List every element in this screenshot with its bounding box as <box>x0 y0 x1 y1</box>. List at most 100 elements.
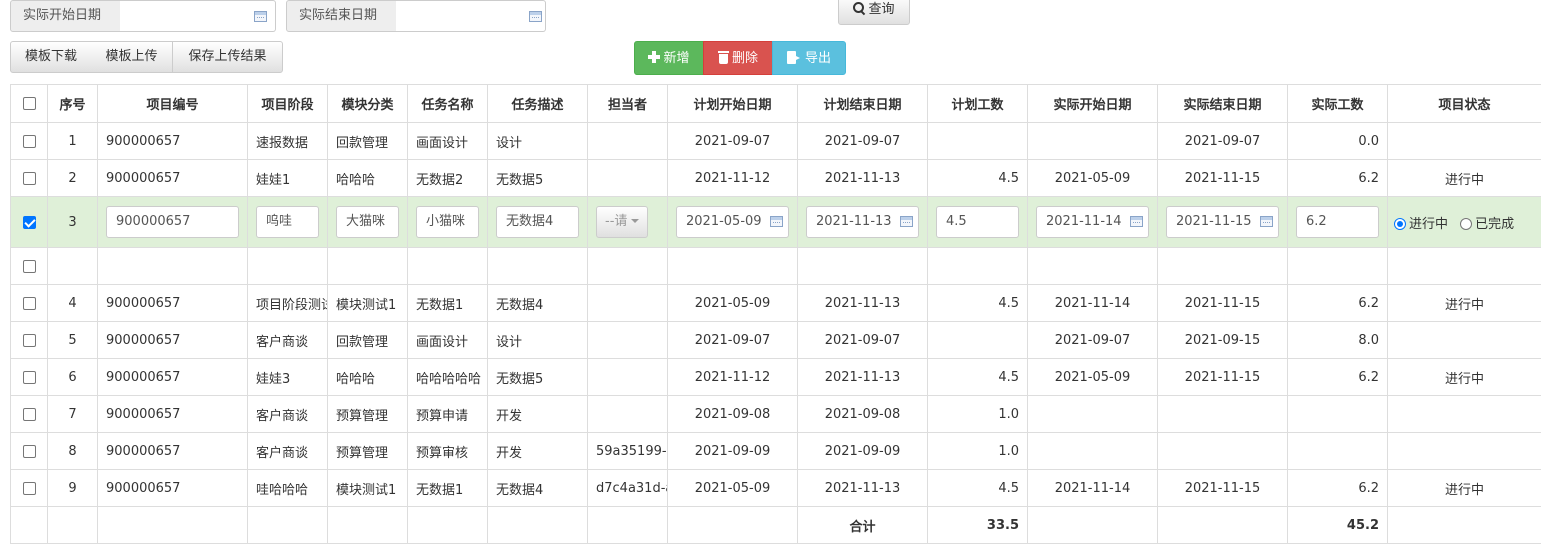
cell-actual-start: 2021-05-09 <box>1028 359 1158 396</box>
actual-end-label: 实际结束日期 <box>286 0 397 32</box>
row-checkbox[interactable] <box>23 482 36 495</box>
add-button[interactable]: 新增 <box>634 41 704 75</box>
cell-project-stage: 哇哈哈哈 <box>248 470 328 507</box>
cell-project-code: 900000657 <box>98 123 248 160</box>
query-button[interactable]: 查询 <box>838 0 910 25</box>
cell-plan-end: 2021-09-07 <box>798 322 928 359</box>
cell-plan-start: 2021-09-07 <box>668 123 798 160</box>
table-row[interactable]: 5 900000657 客户商谈 回款管理 画面设计 设计 2021-09-07… <box>11 322 1541 359</box>
cell-no: 4 <box>48 285 98 322</box>
row-checkbox[interactable] <box>23 135 36 148</box>
table-row[interactable]: 4 900000657 项目阶段测试 模块测试1 无数据1 无数据4 2021-… <box>11 285 1541 322</box>
table-row[interactable]: 2 900000657 娃娃1 哈哈哈 无数据2 无数据5 2021-11-12… <box>11 160 1541 197</box>
cell-project-code: 900000657 <box>98 197 248 248</box>
status-in-progress-label[interactable]: 进行中 <box>1409 217 1448 232</box>
save-upload-results-button[interactable]: 保存上传结果 <box>172 41 283 73</box>
row-checkbox[interactable] <box>23 334 36 347</box>
plan-start-value: 2021-05-09 <box>686 214 762 229</box>
row-checkbox[interactable] <box>23 172 36 185</box>
delete-button[interactable]: 删除 <box>703 41 773 75</box>
cell-task-desc: 开发 <box>488 433 588 470</box>
select-all-checkbox[interactable] <box>23 97 36 110</box>
calendar-icon[interactable] <box>1260 216 1273 227</box>
summary-label: 合计 <box>798 507 928 544</box>
project-stage-input[interactable]: 呜哇 <box>256 206 319 238</box>
header-project-stage[interactable]: 项目阶段 <box>248 85 328 123</box>
cell-status: 进行中 已完成 <box>1388 197 1541 248</box>
row-checkbox[interactable] <box>23 371 36 384</box>
row-checkbox-checked[interactable] <box>23 216 36 229</box>
header-no[interactable]: 序号 <box>48 85 98 123</box>
delete-button-label: 删除 <box>732 51 758 66</box>
header-status[interactable]: 项目状态 <box>1388 85 1541 123</box>
header-task-name[interactable]: 任务名称 <box>408 85 488 123</box>
table-row[interactable]: 8 900000657 客户商谈 预算管理 预算审核 开发 59a35199-0… <box>11 433 1541 470</box>
calendar-icon[interactable] <box>529 11 542 22</box>
calendar-icon[interactable] <box>900 216 913 227</box>
cell-plan-start: 2021-05-09 <box>668 197 798 248</box>
template-upload-button[interactable]: 模板上传 <box>91 41 173 73</box>
cell-plan-start: 2021-05-09 <box>668 285 798 322</box>
row-checkbox[interactable] <box>23 260 36 273</box>
editing-row[interactable]: 3 900000657 呜哇 大猫咪 小猫咪 无数据4 --请 2021-05-… <box>11 197 1541 248</box>
cell-task-desc: 无数据5 <box>488 160 588 197</box>
calendar-icon[interactable] <box>254 11 267 22</box>
cell-module: 哈哈哈 <box>328 359 408 396</box>
empty-new-row[interactable] <box>11 248 1541 285</box>
cell-plan-hours: 4.5 <box>928 285 1028 322</box>
cell-status: 进行中 <box>1388 359 1541 396</box>
project-code-input[interactable]: 900000657 <box>106 206 239 238</box>
cell-no: 7 <box>48 396 98 433</box>
status-radio-in-progress[interactable] <box>1394 218 1406 230</box>
status-done-label[interactable]: 已完成 <box>1475 217 1514 232</box>
actual-hours-input[interactable]: 6.2 <box>1296 206 1379 238</box>
cell-task-name: 小猫咪 <box>408 197 488 248</box>
cell-task-desc: 无数据4 <box>488 470 588 507</box>
actual-start-date-input[interactable]: 2021-11-14 <box>1036 206 1149 238</box>
header-owner[interactable]: 担当者 <box>588 85 668 123</box>
plan-start-date-input[interactable]: 2021-05-09 <box>676 206 789 238</box>
row-checkbox[interactable] <box>23 408 36 421</box>
header-module[interactable]: 模块分类 <box>328 85 408 123</box>
cell-actual-hours: 8.0 <box>1288 322 1388 359</box>
table-row[interactable]: 7 900000657 客户商谈 预算管理 预算申请 开发 2021-09-08… <box>11 396 1541 433</box>
table-row[interactable]: 1 900000657 速报数据 回款管理 画面设计 设计 2021-09-07… <box>11 123 1541 160</box>
header-actual-start[interactable]: 实际开始日期 <box>1028 85 1158 123</box>
plan-end-date-input[interactable]: 2021-11-13 <box>806 206 919 238</box>
cell-module: 预算管理 <box>328 396 408 433</box>
table-row[interactable]: 6 900000657 娃娃3 哈哈哈 哈哈哈哈哈 无数据5 2021-11-1… <box>11 359 1541 396</box>
header-plan-hours[interactable]: 计划工数 <box>928 85 1028 123</box>
header-plan-end[interactable]: 计划结束日期 <box>798 85 928 123</box>
cell-no: 3 <box>48 197 98 248</box>
export-button[interactable]: 导出 <box>772 41 846 75</box>
header-actual-hours[interactable]: 实际工数 <box>1288 85 1388 123</box>
module-input[interactable]: 大猫咪 <box>336 206 399 238</box>
cell-task-desc: 开发 <box>488 396 588 433</box>
header-actual-end[interactable]: 实际结束日期 <box>1158 85 1288 123</box>
plan-hours-input[interactable]: 4.5 <box>936 206 1019 238</box>
actual-end-date-input[interactable]: 2021-11-15 <box>1166 206 1279 238</box>
plan-end-value: 2021-11-13 <box>816 214 892 229</box>
actual-end-date-input[interactable] <box>396 0 546 32</box>
task-desc-input[interactable]: 无数据4 <box>496 206 579 238</box>
row-checkbox[interactable] <box>23 297 36 310</box>
task-name-input[interactable]: 小猫咪 <box>416 206 479 238</box>
cell-project-stage: 项目阶段测试 <box>248 285 328 322</box>
table-row[interactable]: 9 900000657 哇哈哈哈 模块测试1 无数据1 无数据4 d7c4a31… <box>11 470 1541 507</box>
template-download-button[interactable]: 模板下载 <box>10 41 92 73</box>
cell-status <box>1388 123 1541 160</box>
header-task-desc[interactable]: 任务描述 <box>488 85 588 123</box>
cell-actual-end: 2021-09-07 <box>1158 123 1288 160</box>
cell-project-stage: 速报数据 <box>248 123 328 160</box>
row-checkbox[interactable] <box>23 445 36 458</box>
cell-status <box>1388 322 1541 359</box>
header-project-code[interactable]: 项目编号 <box>98 85 248 123</box>
owner-select[interactable]: --请 <box>596 206 648 238</box>
cell-task-desc: 无数据5 <box>488 359 588 396</box>
cell-no: 8 <box>48 433 98 470</box>
calendar-icon[interactable] <box>770 216 783 227</box>
header-plan-start[interactable]: 计划开始日期 <box>668 85 798 123</box>
actual-start-date-input[interactable] <box>120 0 276 32</box>
status-radio-done[interactable] <box>1460 218 1472 230</box>
calendar-icon[interactable] <box>1130 216 1143 227</box>
